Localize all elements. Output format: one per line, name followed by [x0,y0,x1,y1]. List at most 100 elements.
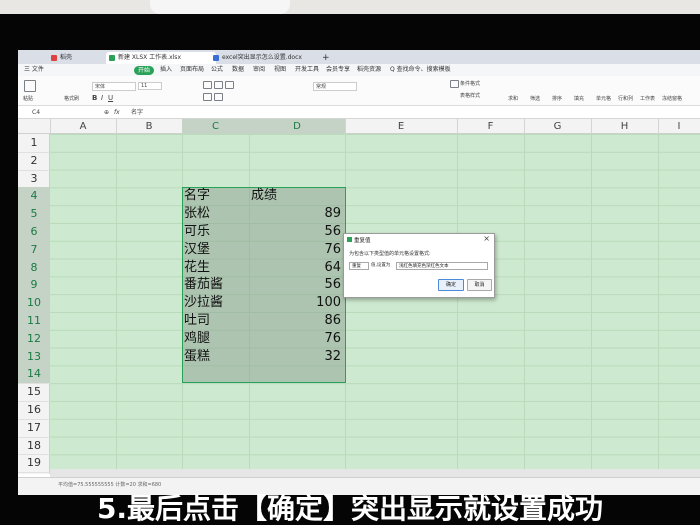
row-col-button[interactable]: 行和列 [618,95,633,102]
select-all-corner[interactable] [18,119,51,134]
row-header[interactable]: 6 [18,223,50,242]
column-header-a[interactable]: A [50,119,117,134]
close-icon[interactable]: × [483,234,490,243]
conditional-format-button[interactable]: 条件格式 [460,80,480,87]
name-cell[interactable]: 吐司 [184,312,248,330]
sum-button[interactable]: 求和 [508,95,518,102]
menu-formula[interactable]: 公式 [211,64,223,76]
row-header[interactable]: 19 [18,454,50,474]
score-cell[interactable]: 56 [251,276,341,294]
menu-developer[interactable]: 开发工具 [295,64,319,76]
tab-xlsx[interactable]: 新建 XLSX 工作表.xlsx [106,52,216,64]
row-header[interactable]: 4 [18,187,50,207]
worksheet-button[interactable]: 工作表 [640,95,655,102]
menu-page-layout[interactable]: 页面布局 [180,64,204,76]
name-cell[interactable]: 可乐 [184,223,248,241]
name-cell[interactable]: 沙拉酱 [184,294,248,312]
score-cell[interactable]: 56 [251,223,341,241]
name-cell[interactable]: 汉堡 [184,241,248,259]
number-format-select[interactable]: 常规 [313,82,357,91]
row-header[interactable]: 14 [18,365,50,385]
row-header[interactable]: 3 [18,170,50,189]
column-header-g[interactable]: G [524,119,592,134]
header-cell-name[interactable]: 名字 [184,187,248,205]
row-header[interactable]: 15 [18,383,50,402]
formula-input[interactable]: 名字 [131,107,143,119]
cell-button[interactable]: 单元格 [596,95,611,102]
new-tab-button[interactable]: + [318,52,330,64]
row-header[interactable]: 1 [18,134,50,153]
column-header-e[interactable]: E [345,119,458,134]
italic-button[interactable]: I [101,94,103,102]
paste-icon[interactable] [24,80,36,92]
tab-docx[interactable]: excel突出显示怎么设置.docx [210,52,334,64]
row-header[interactable]: 2 [18,152,50,171]
row-header[interactable]: 13 [18,347,50,367]
align-center-icon[interactable] [214,81,223,89]
menu-member[interactable]: 会员专享 [326,64,350,76]
column-header-i[interactable]: I [658,119,700,134]
duplicate-type-select[interactable]: 重复 [349,262,369,270]
row-header[interactable]: 5 [18,205,50,224]
name-cell[interactable]: 鸡腿 [184,330,248,348]
fx-icon[interactable]: fx [114,107,120,119]
name-box[interactable]: C4 [32,107,92,119]
menu-view[interactable]: 视图 [274,64,286,76]
menu-docer[interactable]: 稻壳资源 [357,64,381,76]
menu-file[interactable]: 三 文件 [24,64,44,76]
row-header[interactable]: 7 [18,240,50,260]
menu-data[interactable]: 数据 [232,64,244,76]
table-style-button[interactable]: 表格样式 [460,92,480,99]
score-cell[interactable]: 89 [251,205,341,223]
ok-button[interactable]: 确定 [438,279,464,291]
horizontal-scrollbar[interactable] [50,469,700,477]
score-cell[interactable]: 100 [251,294,341,312]
menu-insert[interactable]: 插入 [160,64,172,76]
row-header[interactable]: 16 [18,401,50,420]
row-header[interactable]: 17 [18,419,50,438]
name-cell[interactable]: 番茄酱 [184,276,248,294]
sheet-grid[interactable]: 名字 成绩 张松 89 可乐 56 汉堡 76 花生 64 番茄酱 56 沙拉酱 100 吐司 86 鸡腿 76 蛋… [50,134,700,474]
align-right-icon[interactable] [225,81,234,89]
freeze-pane-button[interactable]: 冻结窗格 [662,95,682,102]
format-painter-button[interactable]: 格式刷 [64,95,79,102]
menu-review[interactable]: 审阅 [253,64,265,76]
font-size-select[interactable]: 11 [138,82,162,90]
menu-start[interactable]: 开始 [134,65,155,75]
header-cell-score[interactable]: 成绩 [251,187,343,205]
name-cell[interactable]: 张松 [184,205,248,223]
score-cell[interactable]: 76 [251,330,341,348]
row-header[interactable]: 12 [18,329,50,349]
tab-docer[interactable]: 稻壳 [48,52,115,64]
cancel-button[interactable]: 取消 [467,279,492,291]
score-cell[interactable]: 86 [251,312,341,330]
row-header[interactable]: 11 [18,312,50,331]
value-format-label: 值,设置为 [371,263,391,268]
name-cell[interactable]: 蛋糕 [184,348,248,366]
sort-button[interactable]: 排序 [552,95,562,102]
score-cell[interactable]: 64 [251,259,341,277]
bold-button[interactable]: B [92,94,97,102]
column-header-f[interactable]: F [457,119,525,134]
row-header[interactable]: 9 [18,276,50,296]
search-commands[interactable]: Q 查找命令、搜索模板 [390,64,451,76]
column-header-b[interactable]: B [116,119,183,134]
font-name-select[interactable]: 宋体 [92,82,136,91]
underline-button[interactable]: U [108,94,113,102]
zoom-icon[interactable]: ⊕ [104,107,109,119]
score-cell[interactable]: 76 [251,241,341,259]
name-cell[interactable]: 花生 [184,259,248,277]
format-style-select[interactable]: 浅红色填充色深红色文本 [396,262,488,270]
row-header[interactable]: 18 [18,437,50,456]
align-left-icon[interactable] [203,81,212,89]
indent-icon[interactable] [203,93,212,101]
filter-button[interactable]: 筛选 [530,95,540,102]
row-header[interactable]: 8 [18,258,50,278]
score-cell[interactable]: 32 [251,348,341,366]
wrap-icon[interactable] [214,93,223,101]
conditional-format-icon[interactable] [450,80,459,88]
paste-button[interactable]: 粘贴 [23,95,33,102]
row-header[interactable]: 10 [18,294,50,313]
fill-button[interactable]: 填充 [574,95,584,102]
column-header-h[interactable]: H [591,119,659,134]
